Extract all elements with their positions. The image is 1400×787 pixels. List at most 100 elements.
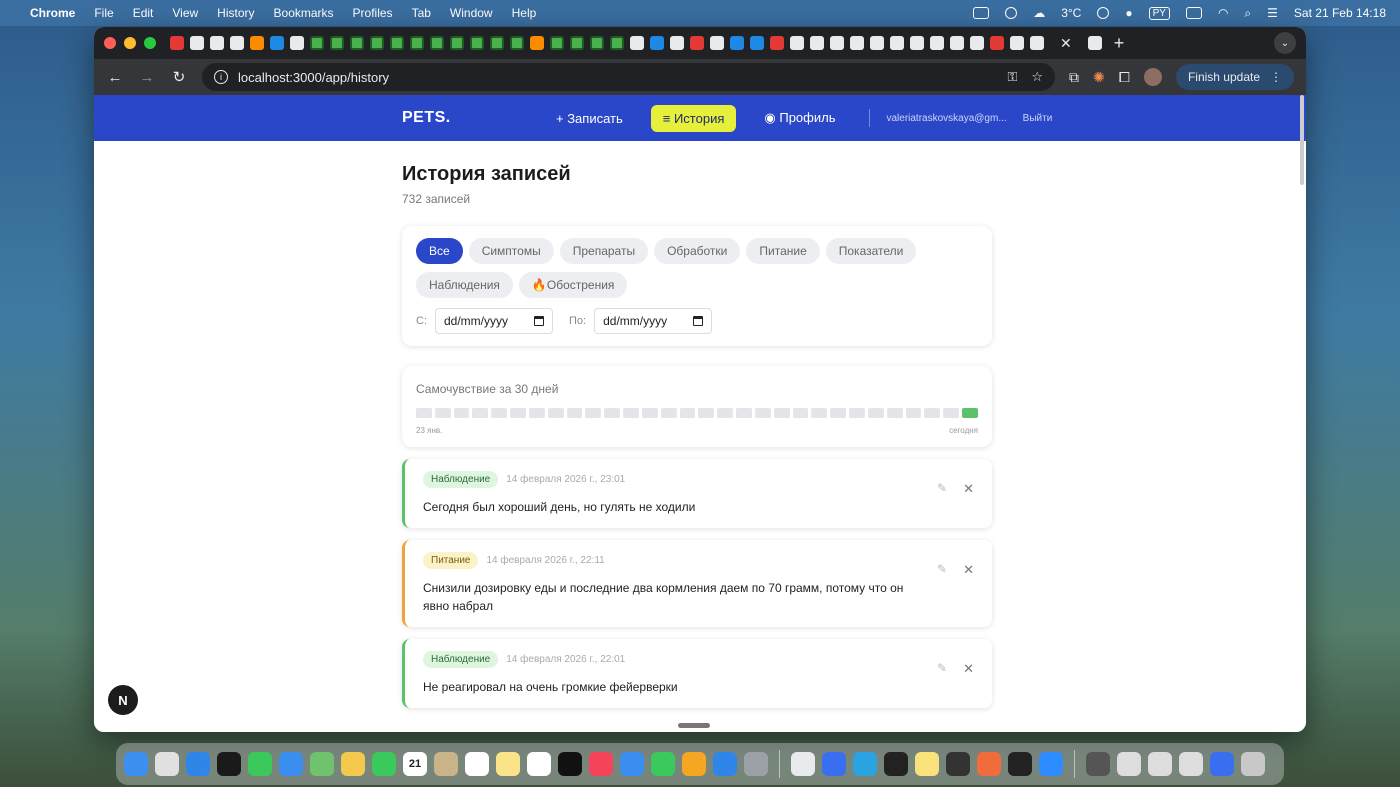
mood-day-cell[interactable] (849, 408, 865, 418)
contacts-icon[interactable] (434, 752, 458, 776)
app-icon[interactable] (884, 752, 908, 776)
telegram-icon[interactable] (853, 752, 877, 776)
menu-tab[interactable]: Tab (412, 6, 431, 20)
tab-favicon[interactable] (290, 36, 304, 50)
close-tab-icon[interactable]: ✕ (1060, 35, 1072, 52)
launchpad-icon[interactable] (155, 752, 179, 776)
bookmark-star-icon[interactable]: ☆ (1031, 69, 1043, 85)
close-icon[interactable]: ✕ (963, 562, 974, 578)
tab-favicon[interactable] (530, 36, 544, 50)
filter-chip-flareups[interactable]: 🔥Обострения (518, 272, 628, 298)
tab-favicon[interactable] (750, 36, 764, 50)
logout-link[interactable]: Выйти (1023, 113, 1053, 124)
pages-icon[interactable] (682, 752, 706, 776)
tab-favicon[interactable] (870, 36, 884, 50)
filter-chip-symptoms[interactable]: Симптомы (468, 238, 554, 264)
tab-favicon[interactable] (610, 36, 624, 50)
zoom-window-button[interactable] (144, 37, 156, 49)
tab-favicon[interactable] (650, 36, 664, 50)
mood-day-cell[interactable] (641, 408, 658, 418)
history-entry[interactable]: Наблюдение 14 февраля 2026 г., 22:01 Не … (402, 639, 992, 708)
close-icon[interactable]: ✕ (963, 661, 974, 677)
tv-icon[interactable] (558, 752, 582, 776)
mood-day-cell[interactable] (566, 408, 583, 418)
close-window-button[interactable] (104, 37, 116, 49)
menu-app-name[interactable]: Chrome (30, 6, 75, 20)
date-to-input[interactable]: dd/mm/yyyy (594, 308, 713, 334)
mood-day-cell[interactable] (886, 408, 903, 418)
screen-mirror-icon[interactable] (973, 7, 990, 19)
tab-favicon[interactable] (210, 36, 224, 50)
tab-favicon[interactable] (430, 36, 444, 50)
mood-day-cell[interactable] (830, 408, 847, 418)
mood-day-cell[interactable] (736, 408, 752, 418)
filter-chip-metrics[interactable]: Показатели (825, 238, 917, 264)
tab-favicon[interactable] (810, 36, 824, 50)
mood-day-cell[interactable] (434, 408, 451, 418)
app-logo[interactable]: PETS. (402, 109, 451, 127)
pencil-icon[interactable]: ✎ (937, 562, 947, 578)
user-icon[interactable]: ● (1125, 6, 1132, 20)
tab-favicon[interactable] (970, 36, 984, 50)
mood-day-cell[interactable] (585, 408, 602, 418)
active-tab-favicon[interactable] (1087, 36, 1102, 50)
address-bar[interactable]: i localhost:3000/app/history ⚿ ☆ (202, 63, 1056, 91)
tab-favicon[interactable] (230, 36, 244, 50)
forward-icon[interactable]: → (138, 69, 156, 86)
window-thumbnail[interactable] (1179, 752, 1203, 776)
tab-favicon[interactable] (590, 36, 604, 50)
filter-chip-observations[interactable]: Наблюдения (416, 272, 513, 298)
wifi-icon[interactable]: ◠ (1218, 6, 1228, 20)
activity-icon[interactable] (1005, 7, 1018, 19)
mail-icon[interactable] (279, 752, 303, 776)
window-thumbnail[interactable] (1148, 752, 1172, 776)
input-lang[interactable]: PY (1148, 6, 1170, 20)
tab-favicon[interactable] (910, 36, 924, 50)
menu-file[interactable]: File (94, 6, 113, 20)
app-icon[interactable] (822, 752, 846, 776)
tab-favicon[interactable] (850, 36, 864, 50)
keynote-icon[interactable] (620, 752, 644, 776)
mood-day-cell[interactable] (943, 408, 960, 418)
back-icon[interactable]: ← (106, 69, 124, 86)
tab-favicon[interactable] (490, 36, 504, 50)
mood-day-cell[interactable] (679, 408, 696, 418)
calendar-icon[interactable] (534, 316, 544, 326)
notes-icon[interactable] (496, 752, 520, 776)
menu-window[interactable]: Window (450, 6, 493, 20)
filter-chip-all[interactable]: Все (416, 238, 463, 264)
nav-history-button[interactable]: ≡ История (650, 104, 737, 132)
photos-icon[interactable] (341, 752, 365, 776)
history-entry[interactable]: Питание 14 февраля 2026 г., 22:11 Снизил… (402, 540, 992, 627)
tab-favicon[interactable] (390, 36, 404, 50)
tab-favicon[interactable] (570, 36, 584, 50)
profile-avatar[interactable] (1143, 68, 1162, 86)
menu-edit[interactable]: Edit (133, 6, 154, 20)
control-center-icon[interactable]: ☰ (1267, 6, 1278, 20)
vertical-scrollbar[interactable] (1300, 95, 1304, 185)
finder-icon[interactable] (124, 752, 148, 776)
nextjs-dev-indicator[interactable]: N (108, 685, 138, 715)
freeform-icon[interactable] (527, 752, 551, 776)
tab-favicon[interactable] (690, 36, 704, 50)
mood-day-cell[interactable] (472, 408, 489, 418)
app-icon[interactable] (977, 752, 1001, 776)
tab-favicon[interactable] (510, 36, 524, 50)
mood-day-cell[interactable] (623, 408, 639, 418)
mood-day-cell[interactable] (453, 408, 470, 418)
mood-day-cell[interactable] (491, 408, 508, 418)
password-key-icon[interactable]: ⚿ (1007, 69, 1017, 85)
tab-favicon[interactable] (550, 36, 564, 50)
filter-chip-medications[interactable]: Препараты (559, 238, 649, 264)
mood-day-cell[interactable] (604, 408, 621, 418)
tab-favicon[interactable] (1030, 36, 1044, 50)
menu-history[interactable]: History (217, 6, 254, 20)
safari-icon[interactable] (186, 752, 210, 776)
date-from-input[interactable]: dd/mm/yyyy (435, 308, 553, 334)
mood-day-cell[interactable] (867, 408, 884, 418)
window-thumbnail[interactable] (1117, 752, 1141, 776)
mood-day-cell[interactable] (962, 408, 978, 418)
reload-icon[interactable]: ↻ (170, 68, 188, 86)
finish-update-button[interactable]: Finish update ⋮ (1175, 64, 1294, 90)
tab-favicon[interactable] (890, 36, 904, 50)
